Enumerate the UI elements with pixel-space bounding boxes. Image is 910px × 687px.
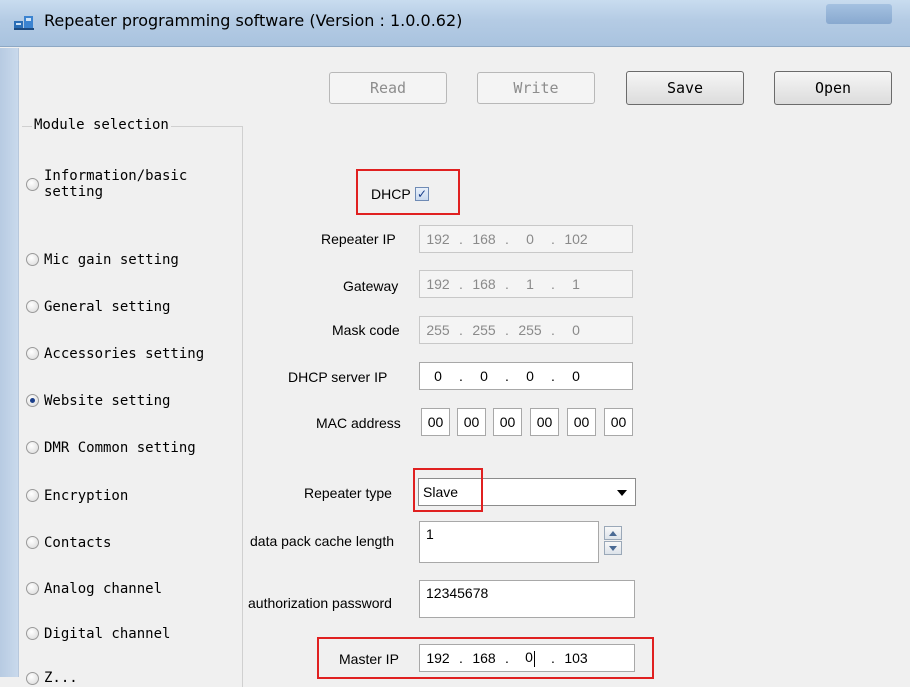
open-button[interactable]: Open (774, 71, 892, 105)
radio-mic-gain-setting[interactable] (26, 253, 39, 266)
mask-code-label: Mask code (332, 322, 400, 338)
radio-encryption[interactable] (26, 489, 39, 502)
radio-label-encryption[interactable]: Encryption (44, 488, 128, 504)
radio-label-contacts[interactable]: Contacts (44, 535, 111, 551)
dhcp-checkbox[interactable]: ✓ (415, 187, 429, 201)
write-button[interactable]: Write (477, 72, 595, 104)
repeater-type-label: Repeater type (304, 485, 392, 501)
radio-information-basic-setting[interactable] (26, 178, 39, 191)
authorization-password-input[interactable]: 12345678 (419, 580, 635, 618)
radio-label-website-setting[interactable]: Website setting (44, 393, 170, 409)
radio-dmr-common-setting[interactable] (26, 441, 39, 454)
mac-address-label: MAC address (316, 415, 401, 431)
mac-byte-4[interactable]: 00 (530, 408, 559, 436)
repeater-type-highlight-box (413, 468, 483, 512)
gateway-field[interactable]: 192. 168. 1. 1 (419, 270, 633, 298)
radio-label-information-basic-setting[interactable]: Information/basic setting (44, 168, 187, 200)
window-controls[interactable] (826, 4, 892, 24)
mac-byte-2[interactable]: 00 (457, 408, 486, 436)
mac-byte-6[interactable]: 00 (604, 408, 633, 436)
radio-label-digital-channel[interactable]: Digital channel (44, 626, 170, 642)
radio-label-accessories-setting[interactable]: Accessories setting (44, 346, 204, 362)
read-button[interactable]: Read (329, 72, 447, 104)
gateway-label: Gateway (343, 278, 399, 294)
radio-contacts[interactable] (26, 536, 39, 549)
window-title: Repeater programming software (Version :… (44, 11, 463, 30)
mac-byte-3[interactable]: 00 (493, 408, 522, 436)
authorization-password-label: authorization password (248, 595, 392, 611)
chevron-down-icon[interactable] (617, 490, 627, 496)
master-ip-label: Master IP (339, 651, 399, 667)
radio-general-setting[interactable] (26, 300, 39, 313)
repeater-ip-label: Repeater IP (321, 231, 396, 247)
title-bar: Repeater programming software (Version :… (0, 0, 910, 47)
text-cursor (533, 650, 535, 667)
radio-label-zone[interactable]: Z... (44, 670, 78, 686)
radio-analog-channel[interactable] (26, 582, 39, 595)
radio-label-analog-channel[interactable]: Analog channel (44, 581, 162, 597)
mac-byte-5[interactable]: 00 (567, 408, 596, 436)
save-button[interactable]: Save (626, 71, 744, 105)
radio-accessories-setting[interactable] (26, 347, 39, 360)
mask-code-field[interactable]: 255. 255. 255. 0 (419, 316, 633, 344)
window-left-edge (0, 48, 18, 677)
data-pack-cache-length-label: data pack cache length (250, 533, 394, 549)
module-selection-title: Module selection (32, 117, 171, 133)
app-icon (14, 16, 34, 30)
dhcp-label: DHCP (371, 186, 411, 202)
repeater-ip-field[interactable]: 192. 168. 0. 102 (419, 225, 633, 253)
mac-byte-1[interactable]: 00 (421, 408, 450, 436)
radio-digital-channel[interactable] (26, 627, 39, 640)
radio-label-dmr-common-setting[interactable]: DMR Common setting (44, 440, 196, 456)
data-pack-cache-length-input[interactable]: 1 (419, 521, 599, 563)
radio-website-setting[interactable] (26, 394, 39, 407)
dhcp-server-ip-label: DHCP server IP (288, 369, 388, 385)
radio-label-mic-gain-setting[interactable]: Mic gain setting (44, 252, 179, 268)
radio-label-general-setting[interactable]: General setting (44, 299, 170, 315)
spin-up-icon[interactable] (604, 526, 622, 540)
spin-down-icon[interactable] (604, 541, 622, 555)
radio-zone[interactable] (26, 672, 39, 685)
dhcp-server-ip-field[interactable]: 0. 0. 0. 0 (419, 362, 633, 390)
master-ip-field[interactable]: 192. 168. 0. 103 (419, 644, 635, 672)
